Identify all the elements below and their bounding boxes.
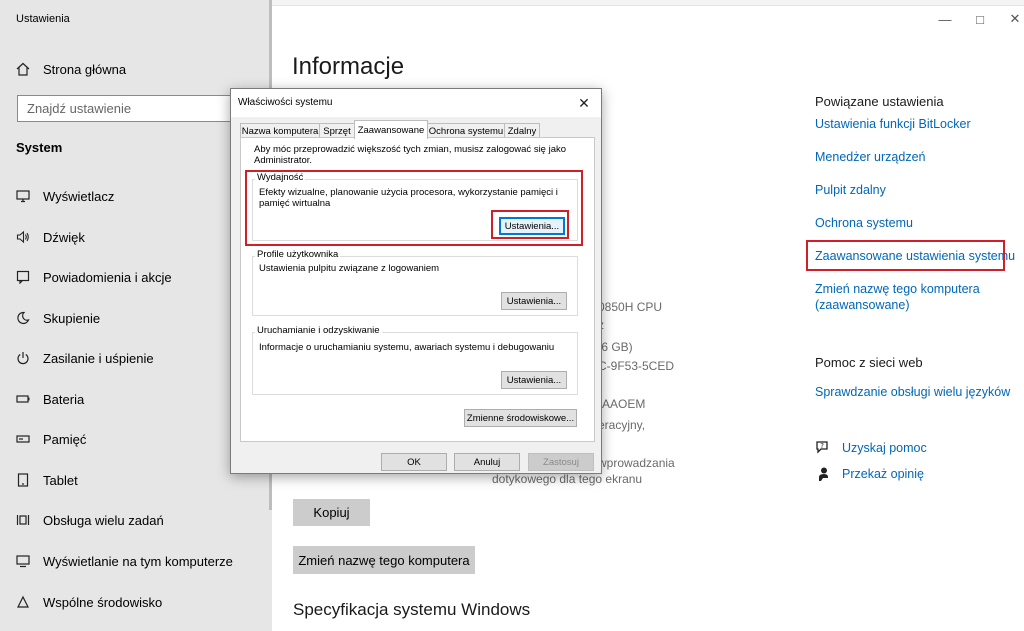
sidebar-item-notifications[interactable]: Powiadomienia i akcje <box>16 266 172 288</box>
sidebar-item-label: Wyświetlanie na tym komputerze <box>43 553 233 569</box>
system-properties-dialog: Właściwości systemu ✕ Nazwa komputera Sp… <box>230 88 602 474</box>
sidebar-item-label: Powiadomienia i akcje <box>43 269 172 285</box>
admin-note-cont: Administrator. <box>254 155 313 166</box>
feedback-icon <box>815 466 831 482</box>
multitask-icon <box>16 513 30 527</box>
sidebar-item-label: Strona główna <box>43 61 127 77</box>
device-spec-text: -AAOEM <box>598 397 646 411</box>
power-icon <box>16 351 30 365</box>
device-spec-text: C-9F53-5CED <box>598 359 675 373</box>
rename-pc-advanced-link-cont[interactable]: (zaawansowane) <box>815 298 910 312</box>
dialog-titlebar: Właściwości systemu ✕ <box>231 89 601 117</box>
sidebar-item-label: Pamięć <box>43 431 87 447</box>
rename-pc-advanced-link[interactable]: Zmień nazwę tego komputera <box>815 282 980 296</box>
highlight-box <box>806 240 1005 271</box>
web-help-title: Pomoc z sieci web <box>815 355 923 370</box>
sidebar-item-label: Obsługa wielu zadań <box>43 512 164 528</box>
profiles-settings-button[interactable]: Ustawienia... <box>501 292 567 310</box>
specs-section-title: Specyfikacja systemu Windows <box>293 600 531 619</box>
startup-group-label: Uruchamianie i odzyskiwanie <box>255 325 382 336</box>
svg-text:?: ? <box>820 442 824 450</box>
cancel-button[interactable]: Anuluj <box>454 453 520 471</box>
device-spec-text: dotykowego dla tego ekranu <box>492 472 643 486</box>
tab-remote[interactable]: Zdalny <box>504 123 540 138</box>
sidebar-item-label: Bateria <box>43 391 85 407</box>
environment-variables-button[interactable]: Zmienne środowiskowe... <box>464 409 577 427</box>
project-icon <box>16 554 30 568</box>
feedback-label: Przekaż opinię <box>842 467 924 481</box>
apply-button[interactable]: Zastosuj <box>528 453 594 471</box>
sidebar-item-sound[interactable]: Dźwięk <box>16 226 85 248</box>
sidebar-item-label: Skupienie <box>43 310 101 326</box>
close-icon[interactable]: ✕ <box>575 94 593 112</box>
sidebar-item-tablet[interactable]: Tablet <box>16 469 78 491</box>
monitor-icon <box>16 189 30 203</box>
sidebar-item-multitasking[interactable]: Obsługa wielu zadań <box>16 509 164 531</box>
feedback-link[interactable]: Przekaż opinię <box>815 466 924 482</box>
sidebar-item-label: Tablet <box>43 472 78 488</box>
highlight-box <box>491 210 569 239</box>
moon-icon <box>16 311 30 325</box>
dialog-title: Właściwości systemu <box>238 97 333 108</box>
help-icon: ? <box>815 440 831 456</box>
tablet-icon <box>16 473 30 487</box>
remote-desktop-link[interactable]: Pulpit zdalny <box>815 183 886 197</box>
sidebar-item-home[interactable]: Strona główna <box>16 58 126 80</box>
sidebar-item-battery[interactable]: Bateria <box>16 388 84 410</box>
sidebar-item-focus[interactable]: Skupienie <box>16 307 100 329</box>
tab-system-protection[interactable]: Ochrona systemu <box>427 123 505 138</box>
get-help-label: Uzyskaj pomoc <box>842 441 927 455</box>
minimize-icon[interactable]: — <box>930 10 960 28</box>
sidebar-item-label: Zasilanie i uśpienie <box>43 350 154 366</box>
startup-settings-button[interactable]: Ustawienia... <box>501 371 567 389</box>
device-spec-text: eracyjny, <box>598 418 646 432</box>
device-spec-text: wprowadzania <box>598 456 675 470</box>
sidebar-item-projecting[interactable]: Wyświetlanie na tym komputerze <box>16 550 233 572</box>
sidebar-item-power[interactable]: Zasilanie i uśpienie <box>16 347 154 369</box>
rename-pc-button[interactable]: Zmień nazwę tego komputera <box>293 546 475 574</box>
related-settings-title: Powiązane ustawienia <box>815 94 944 109</box>
sidebar-section-title: System <box>16 140 63 155</box>
device-manager-link[interactable]: Menedżer urządzeń <box>815 150 925 164</box>
language-support-link[interactable]: Sprawdzanie obsługi wielu języków <box>815 385 1010 399</box>
device-spec-text: ,6 GB) <box>598 340 633 354</box>
notification-icon <box>16 270 30 284</box>
sidebar-item-label: Wyświetlacz <box>43 188 115 204</box>
search-input[interactable]: Znajdź ustawienie <box>17 95 265 122</box>
sidebar-item-label: Wspólne środowisko <box>43 594 163 610</box>
home-icon <box>16 62 30 76</box>
shared-icon <box>16 595 30 609</box>
system-protection-link[interactable]: Ochrona systemu <box>815 216 913 230</box>
profiles-description: Ustawienia pulpitu związane z logowaniem <box>259 263 440 274</box>
device-spec-text: 0850H CPU <box>598 300 663 314</box>
battery-icon <box>16 392 30 406</box>
tab-hardware[interactable]: Sprzęt <box>319 123 355 138</box>
top-strip <box>272 0 1024 6</box>
tab-advanced[interactable]: Zaawansowane <box>354 120 428 139</box>
sidebar-item-storage[interactable]: Pamięć <box>16 428 86 450</box>
sidebar-item-display[interactable]: Wyświetlacz <box>16 185 114 207</box>
storage-icon <box>16 432 30 446</box>
app-title: Ustawienia <box>16 13 70 25</box>
bitlocker-link[interactable]: Ustawienia funkcji BitLocker <box>815 117 971 131</box>
maximize-icon[interactable]: □ <box>965 10 995 28</box>
sidebar-item-label: Dźwięk <box>43 229 85 245</box>
tab-computer-name[interactable]: Nazwa komputera <box>240 123 320 138</box>
startup-description: Informacje o uruchamianiu systemu, awari… <box>259 342 555 353</box>
get-help-link[interactable]: ? Uzyskaj pomoc <box>815 440 927 456</box>
profiles-group-label: Profile użytkownika <box>255 249 341 260</box>
sidebar-item-shared[interactable]: Wspólne środowisko <box>16 591 162 613</box>
speaker-icon <box>16 230 30 244</box>
admin-note: Aby móc przeprowadzić większość tych zmi… <box>254 144 567 155</box>
ok-button[interactable]: OK <box>381 453 447 471</box>
close-icon[interactable]: ✕ <box>1000 10 1024 28</box>
copy-button[interactable]: Kopiuj <box>293 499 370 526</box>
page-title: Informacje <box>292 53 405 80</box>
